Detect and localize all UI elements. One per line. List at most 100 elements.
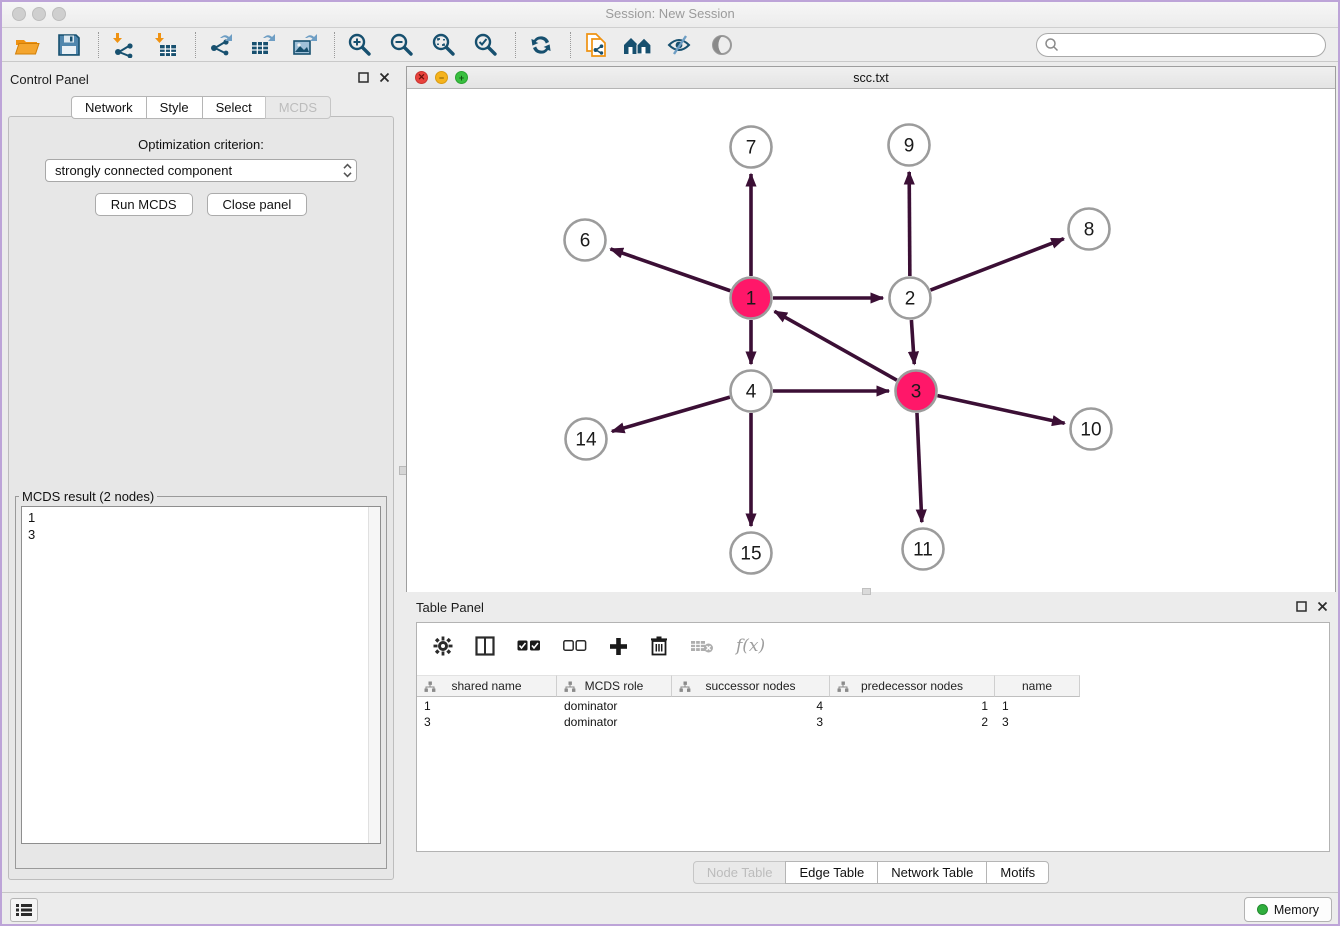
table-body: 1dominator4113dominator323	[417, 698, 1329, 730]
table-cell[interactable]: 1	[830, 698, 995, 714]
edge-3-10[interactable]	[937, 396, 1064, 424]
svg-text:1: 1	[746, 289, 757, 310]
graph-node-4[interactable]: 4	[731, 371, 772, 412]
edge-1-6[interactable]	[610, 249, 730, 291]
run-mcds-button[interactable]: Run MCDS	[95, 193, 193, 216]
table-panel: Table Panel	[406, 596, 1336, 888]
apply-layout-icon[interactable]	[526, 31, 556, 59]
import-table-icon[interactable]	[151, 31, 181, 59]
graph-node-15[interactable]: 15	[731, 533, 772, 574]
close-panel-button[interactable]: Close panel	[207, 193, 308, 216]
tab-style[interactable]: Style	[146, 96, 203, 119]
optimization-criterion-select[interactable]: strongly connected component	[45, 159, 357, 182]
svg-text:3: 3	[911, 382, 922, 403]
graph-node-8[interactable]: 8	[1069, 209, 1110, 250]
search-box[interactable]	[1036, 33, 1326, 57]
tab-select[interactable]: Select	[202, 96, 266, 119]
zoom-selected-icon[interactable]	[471, 31, 501, 59]
svg-text:4: 4	[746, 382, 757, 403]
attribute-tree-icon	[424, 681, 436, 693]
task-history-button[interactable]	[10, 898, 38, 922]
tab-mcds[interactable]: MCDS	[265, 96, 331, 119]
tab-network-table[interactable]: Network Table	[877, 861, 987, 884]
export-image-icon[interactable]	[290, 31, 320, 59]
column-header-shared-name[interactable]: shared name	[417, 675, 557, 697]
float-table-panel-icon[interactable]	[1296, 601, 1307, 612]
result-scrollbar[interactable]	[368, 507, 380, 843]
graph-node-10[interactable]: 10	[1071, 409, 1112, 450]
graph-node-11[interactable]: 11	[903, 529, 944, 570]
mcds-result-group: MCDS result (2 nodes) 13	[15, 489, 387, 869]
open-session-icon[interactable]	[12, 31, 42, 59]
edge-2-9[interactable]	[909, 172, 910, 276]
select-all-icon[interactable]	[517, 640, 541, 652]
delete-table-icon[interactable]	[690, 638, 714, 654]
table-cell[interactable]: 3	[672, 714, 830, 730]
close-table-panel-icon[interactable]	[1317, 601, 1328, 612]
column-header-label: predecessor nodes	[861, 679, 963, 693]
edge-2-3[interactable]	[911, 320, 914, 364]
visibility-icon[interactable]	[707, 31, 737, 59]
edge-3-1[interactable]	[775, 311, 897, 380]
import-network-icon[interactable]	[109, 31, 139, 59]
memory-button[interactable]: Memory	[1244, 897, 1332, 922]
graph-node-2[interactable]: 2	[890, 278, 931, 319]
table-row[interactable]: 3dominator323	[417, 714, 1329, 730]
table-cell[interactable]: 4	[672, 698, 830, 714]
zoom-in-icon[interactable]	[345, 31, 375, 59]
graph-node-1[interactable]: 1	[731, 278, 772, 319]
tab-network[interactable]: Network	[71, 96, 147, 119]
delete-column-icon[interactable]	[650, 636, 668, 656]
column-header-MCDS-role[interactable]: MCDS role	[557, 675, 672, 697]
svg-text:8: 8	[1084, 220, 1095, 241]
table-cell[interactable]: 1	[995, 698, 1080, 714]
memory-status-dot	[1257, 904, 1268, 915]
table-cell[interactable]: dominator	[557, 698, 672, 714]
graph-node-3[interactable]: 3	[896, 371, 937, 412]
table-cell[interactable]: dominator	[557, 714, 672, 730]
add-column-icon[interactable]	[609, 637, 628, 656]
function-builder-icon[interactable]: f(x)	[736, 636, 765, 656]
column-header-name[interactable]: name	[995, 675, 1080, 697]
graph-node-9[interactable]: 9	[889, 125, 930, 166]
tab-node-table[interactable]: Node Table	[693, 861, 787, 884]
save-session-icon[interactable]	[54, 31, 84, 59]
network-graph-canvas[interactable]: 7 9 6 8 1 2 4 3 14 10 15 11	[407, 89, 1335, 592]
table-cell[interactable]: 2	[830, 714, 995, 730]
table-settings-icon[interactable]	[433, 636, 453, 656]
status-bar: Memory	[0, 892, 1340, 926]
column-header-predecessor-nodes[interactable]: predecessor nodes	[830, 675, 995, 697]
zoom-out-icon[interactable]	[387, 31, 417, 59]
column-header-successor-nodes[interactable]: successor nodes	[672, 675, 830, 697]
table-cell[interactable]: 3	[417, 714, 557, 730]
hide-panel-eye-icon[interactable]	[665, 31, 695, 59]
edge-2-8[interactable]	[931, 239, 1064, 290]
deselect-all-icon[interactable]	[563, 640, 587, 652]
export-network-icon[interactable]	[206, 31, 236, 59]
table-row[interactable]: 1dominator411	[417, 698, 1329, 714]
graph-node-7[interactable]: 7	[731, 127, 772, 168]
tab-motifs[interactable]: Motifs	[986, 861, 1049, 884]
float-panel-icon[interactable]	[358, 72, 369, 83]
edge-3-11[interactable]	[917, 413, 922, 522]
mcds-result-textarea[interactable]: 13	[21, 506, 381, 844]
column-header-label: shared name	[451, 679, 521, 693]
tab-edge-table[interactable]: Edge Table	[785, 861, 878, 884]
table-header-row: shared name MCDS rolesuccessor nodes prede…	[417, 675, 1080, 697]
home-icon[interactable]	[623, 31, 653, 59]
edge-4-14[interactable]	[612, 397, 730, 431]
table-split-view-icon[interactable]	[475, 636, 495, 656]
table-cell[interactable]: 1	[417, 698, 557, 714]
export-table-icon[interactable]	[248, 31, 278, 59]
mcds-result-line: 1	[28, 509, 374, 526]
clone-network-icon[interactable]	[581, 31, 611, 59]
graph-node-14[interactable]: 14	[566, 419, 607, 460]
network-window-titlebar[interactable]: ✕ − + scc.txt	[407, 67, 1335, 89]
table-cell[interactable]: 3	[995, 714, 1080, 730]
network-resize-handle[interactable]	[862, 588, 871, 595]
zoom-fit-icon[interactable]	[429, 31, 459, 59]
svg-text:14: 14	[575, 430, 597, 451]
graph-node-6[interactable]: 6	[565, 220, 606, 261]
close-panel-icon[interactable]	[379, 72, 390, 83]
search-input[interactable]	[1060, 36, 1325, 54]
